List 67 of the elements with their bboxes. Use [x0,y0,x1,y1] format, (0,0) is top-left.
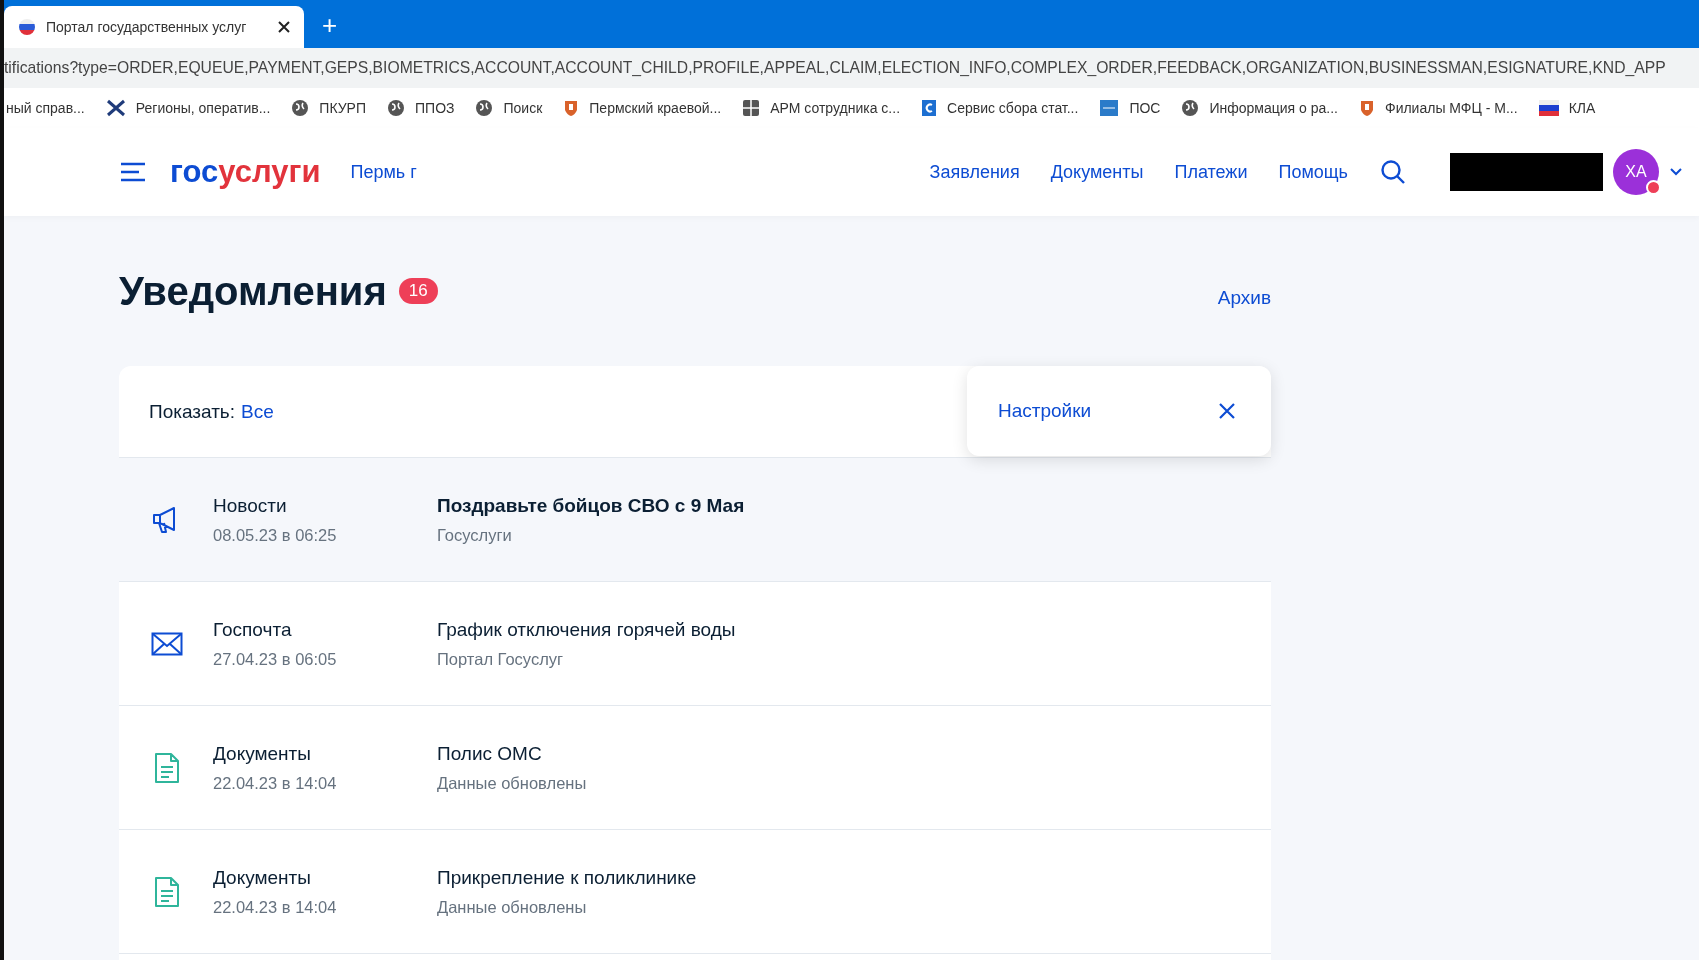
bookmark[interactable]: Сервис сбора стат... [921,99,1079,117]
notification-date: 27.04.23 в 06:05 [213,649,338,669]
browser-tab[interactable]: Портал государственных услуг [4,6,304,48]
notification-date: 22.04.23 в 14:04 [213,897,338,917]
notification-category: Госпочта [213,618,293,641]
notification-category: Документы [213,866,312,889]
region-link[interactable]: Пермь г [350,161,417,183]
notification-date: 22.04.23 в 14:04 [213,773,338,793]
page-title: Уведомления [119,268,387,314]
address-bar[interactable]: tifications?type=ORDER,EQUEUE,PAYMENT,GEPS,BIOMETRICS,ACCOUNT,ACCOUNT_CHILD,PROFILE,APPEAL,CLAIM,ELECTION_INFO,COMPLEX_ORDER,FEEDBACK,ORGANIZATION,BUSINESSMAN,ESIGNATURE,KND_APP [4,48,1699,88]
count-badge: 16 [398,278,438,304]
bookmark[interactable]: АРМ сотрудника с... [742,99,901,117]
square-logo-icon [1099,99,1120,117]
notification-category: Документы [213,742,312,765]
settings-link[interactable]: Настройки [998,400,1092,422]
nav-link[interactable]: Заявления [929,161,1020,183]
notification-date: 08.05.23 в 06:25 [213,525,338,545]
bookmark[interactable]: Филиалы МФЦ - М... [1359,99,1518,117]
notification-source: Данные обновлены [437,773,587,793]
notification-source: Данные обновлены [437,897,588,917]
nav-link[interactable]: Платежи [1174,161,1248,183]
bookmark[interactable]: ППОЗ [387,99,455,117]
shield-icon [563,99,580,117]
notification-source: Портал Госуслуг [437,649,565,669]
bookmark[interactable]: Пермский краевой... [563,99,722,117]
envelope-icon [151,631,183,656]
close-icon[interactable] [1218,402,1236,420]
globe-icon [291,99,310,117]
flag-icon [1538,100,1559,116]
notification-row[interactable]: Новости 08.05.23 в 06:25 Поздравьте бойцов СВО с 9 Мая Госуслуги [119,458,1271,582]
shield-icon [1359,99,1375,117]
bookmark[interactable]: Информация о ра... [1181,99,1338,117]
notification-title: Поздравьте бойцов СВО с 9 Мая [437,494,745,517]
document-icon [154,875,180,908]
bookmark[interactable]: КЛА [1538,100,1596,116]
notification-title: График отключения горячей воды [437,618,736,641]
globe-icon [1181,99,1200,117]
url-text: tifications?type=ORDER,EQUEUE,PAYMENT,GEPS,BIOMETRICS,ACCOUNT,ACCOUNT_CHILD,PROFILE,APPEAL,CLAIM,ELECTION_INFO,COMPLEX_ORDER,FEEDBACK,ORGANIZATION,BUSINESSMAN,ESIGNATURE,KND_APP [4,59,1666,77]
flag-icon [18,18,36,36]
filter-label: Показать: [149,400,236,423]
globe-icon [387,99,405,117]
document-icon [154,751,180,784]
tab-title: Портал государственных услуг [46,19,248,35]
bookmark[interactable]: ный справ... [6,100,85,116]
notification-source: Госуслуги [437,525,513,545]
bookmark[interactable]: Регионы, оператив... [105,99,271,117]
nav-link[interactable]: Помощь [1278,161,1348,183]
bookmark[interactable]: ПКУРП [291,99,366,117]
crossed-tools-icon [105,99,126,117]
bookmark[interactable]: Поиск [475,99,543,117]
avatar[interactable]: ХА [1613,149,1659,195]
notification-title: Полис ОМС [437,742,543,765]
filter-link[interactable]: Все [241,400,274,423]
notification-title: Прикрепление к поликлинике [437,866,697,889]
close-icon[interactable] [278,21,290,33]
nav-link[interactable]: Документы [1050,161,1144,183]
grid-icon [742,99,761,117]
globe-icon [475,99,494,117]
caret-icon[interactable] [1669,167,1683,177]
notification-category: Новости [213,494,288,517]
bookmark[interactable]: ПОС [1099,99,1161,117]
site-logo[interactable]: госуслуги [170,154,321,190]
c-letter-icon [921,99,938,117]
menu-icon[interactable] [120,162,146,182]
new-tab-button[interactable]: + [322,10,338,40]
search-icon[interactable] [1380,159,1406,185]
archive-link[interactable]: Архив [1217,287,1271,309]
